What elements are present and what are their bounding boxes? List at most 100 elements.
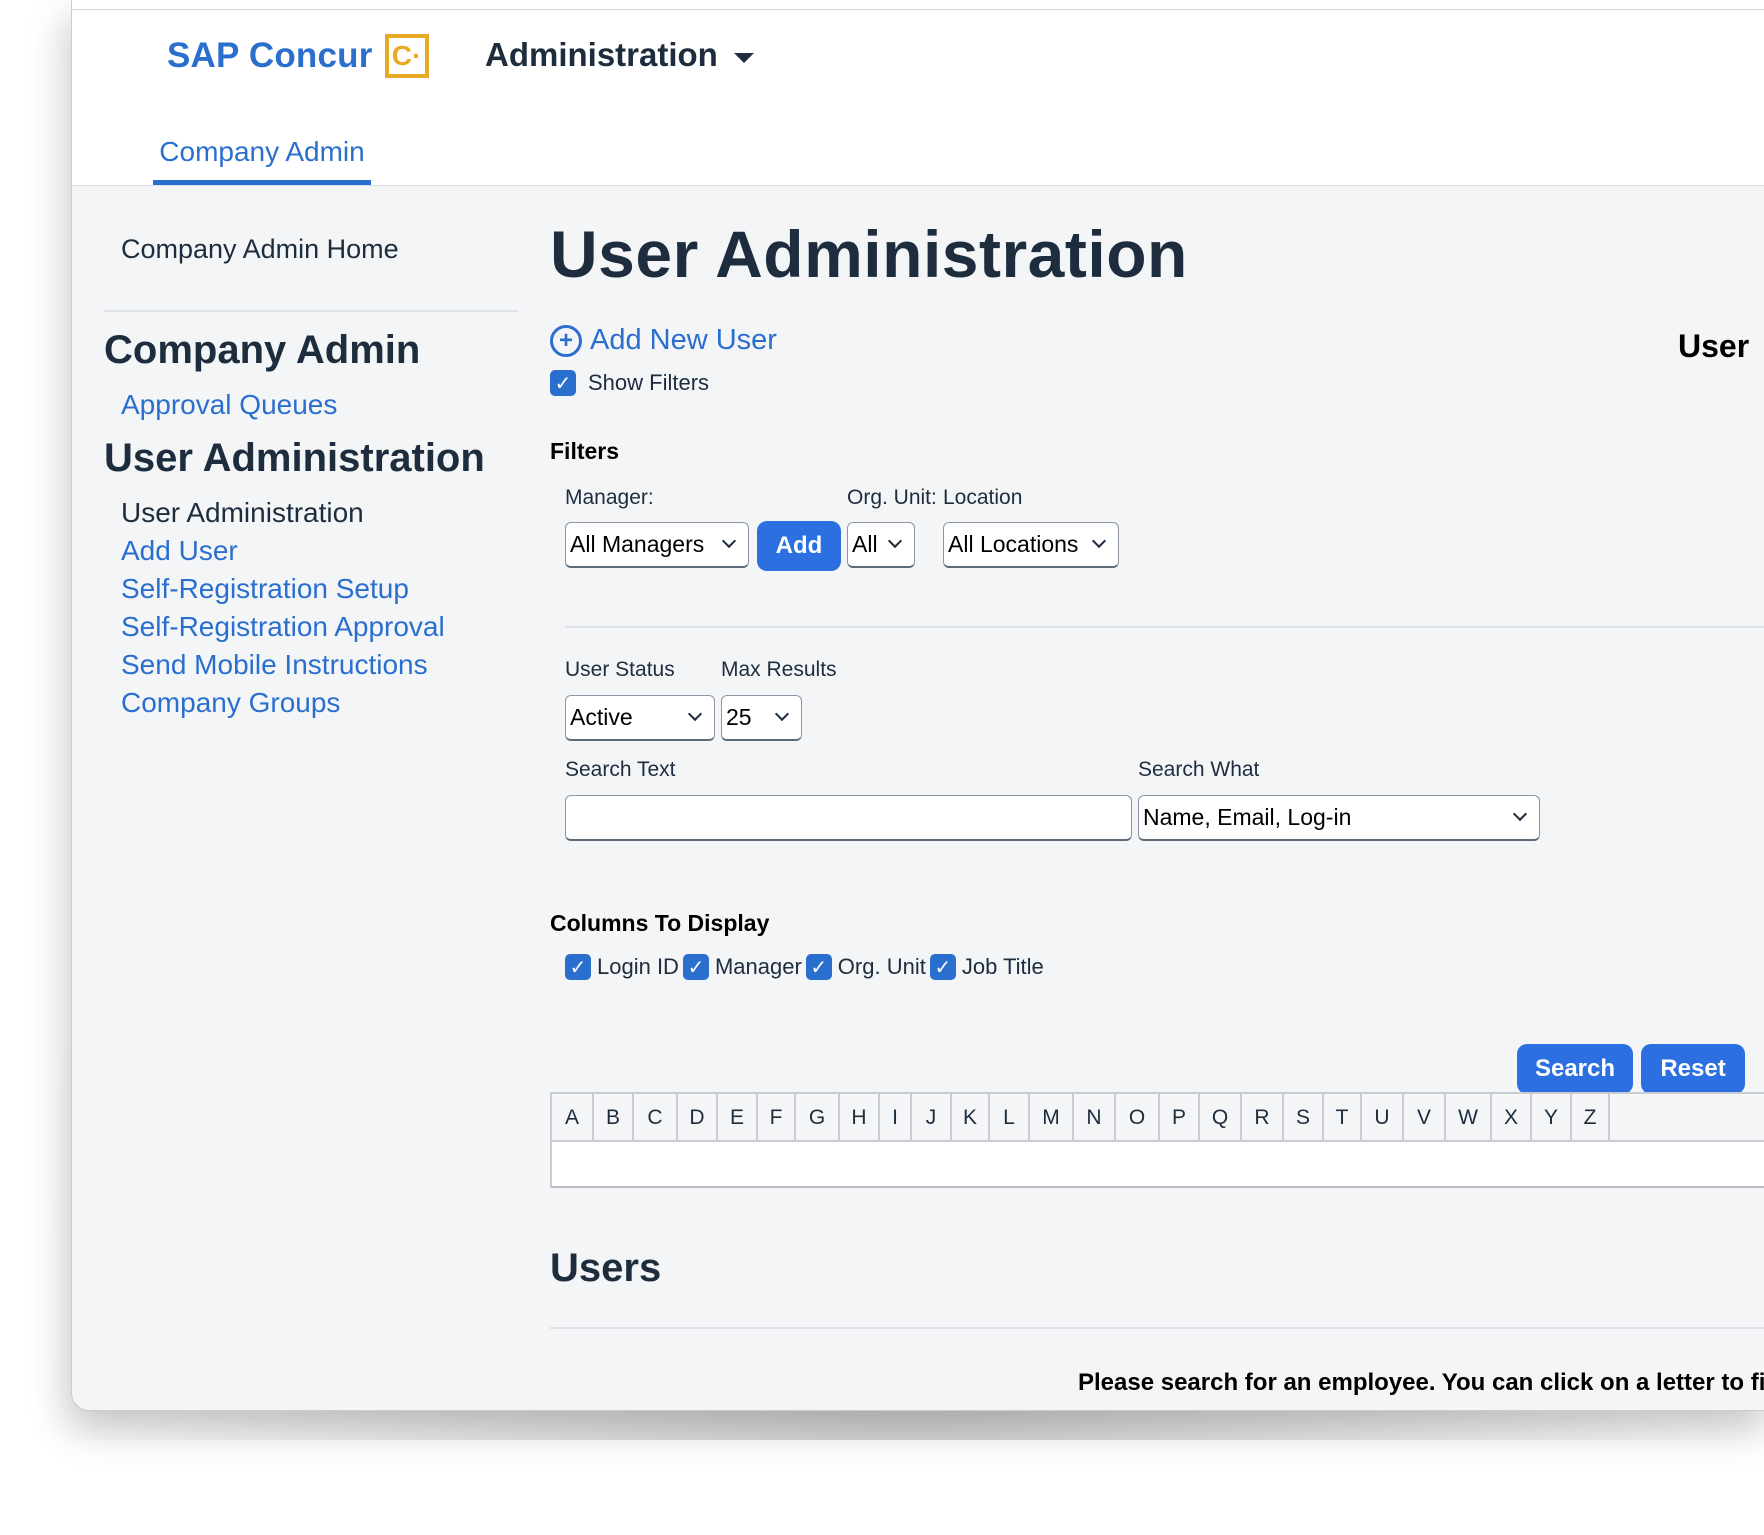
plus-circle-icon: + [550, 324, 582, 357]
search-text-input[interactable] [565, 795, 1132, 841]
chevron-down-icon [774, 706, 790, 722]
chevron-down-icon [1512, 806, 1528, 822]
manager-select[interactable]: All Managers [565, 522, 749, 568]
manager-select-value: All Managers [570, 531, 705, 557]
letter-c[interactable]: C [634, 1094, 678, 1142]
app-window: SAP Concur C· Administration Company Adm… [71, 0, 1764, 1411]
alphabet-filter: ABCDEFGHIJKLMNOPQRSTUVWXYZ [550, 1092, 1764, 1188]
sidebar-item-company-groups[interactable]: Company Groups [121, 687, 340, 719]
users-divider [550, 1327, 1764, 1329]
checkbox-job-title[interactable]: ✓ [929, 954, 956, 980]
add-new-user-link[interactable]: + Add New User [550, 324, 777, 357]
user-status-label: User Status [565, 658, 675, 681]
administration-menu-label: Administration [485, 36, 718, 73]
checkbox-login-id[interactable]: ✓ [565, 954, 591, 980]
checkbox-org-unit[interactable]: ✓ [805, 954, 832, 980]
concur-logo-icon: C· [384, 34, 429, 78]
administration-menu[interactable]: Administration [485, 36, 754, 74]
right-panel-title: User [1678, 328, 1750, 364]
manager-label: Manager: [565, 486, 654, 509]
letter-f[interactable]: F [758, 1094, 796, 1142]
page-title: User Administration [550, 217, 1188, 291]
alphabet-row-filler [1610, 1094, 1764, 1140]
checkbox-manager[interactable]: ✓ [682, 954, 709, 980]
show-filters-label: Show Filters [588, 370, 710, 395]
max-results-select-value: 25 [726, 704, 752, 730]
filters-heading: Filters [550, 438, 620, 464]
letter-x[interactable]: X [1492, 1094, 1532, 1142]
columns-checkboxes: ✓ Login ID ✓ Manager ✓ Org. Unit ✓ Job T… [565, 954, 1048, 980]
sidebar-item-approval-queues[interactable]: Approval Queues [121, 389, 337, 421]
org-unit-label: Org. Unit: [847, 486, 937, 509]
column-label-job-title: Job Title [961, 954, 1044, 979]
sidebar-item-send-mobile-instructions[interactable]: Send Mobile Instructions [121, 649, 428, 681]
search-button[interactable]: Search [1517, 1044, 1633, 1094]
letter-q[interactable]: Q [1200, 1094, 1242, 1142]
letter-l[interactable]: L [990, 1094, 1030, 1142]
add-new-user-label: Add New User [590, 324, 777, 356]
sidebar-heading-company-admin: Company Admin [104, 328, 421, 372]
org-unit-select-value: All [852, 531, 878, 557]
location-label: Location [943, 486, 1023, 509]
letter-p[interactable]: P [1160, 1094, 1200, 1142]
reset-button[interactable]: Reset [1641, 1044, 1745, 1094]
column-label-manager: Manager [714, 954, 802, 979]
sidebar-item-user-administration[interactable]: User Administration [121, 497, 364, 529]
letter-k[interactable]: K [952, 1094, 990, 1142]
letter-t[interactable]: T [1324, 1094, 1362, 1142]
letter-n[interactable]: N [1074, 1094, 1116, 1142]
show-filters-checkbox[interactable]: ✓ Show Filters [550, 370, 709, 396]
letter-r[interactable]: R [1242, 1094, 1284, 1142]
letter-e[interactable]: E [718, 1094, 758, 1142]
location-select[interactable]: All Locations [943, 522, 1119, 568]
search-what-select-value: Name, Email, Log-in [1143, 804, 1352, 830]
letter-y[interactable]: Y [1532, 1094, 1572, 1142]
sidebar-item-company-admin-home[interactable]: Company Admin Home [121, 234, 399, 265]
location-select-value: All Locations [948, 531, 1079, 557]
column-label-login-id: Login ID [597, 954, 679, 979]
search-what-label: Search What [1138, 758, 1260, 781]
search-text-label: Search Text [565, 758, 676, 781]
letter-h[interactable]: H [840, 1094, 880, 1142]
header: SAP Concur C· Administration Company Adm… [72, 10, 1764, 186]
letter-o[interactable]: O [1116, 1094, 1160, 1142]
letter-w[interactable]: W [1446, 1094, 1492, 1142]
letter-d[interactable]: D [678, 1094, 718, 1142]
search-what-select[interactable]: Name, Email, Log-in [1138, 795, 1540, 841]
sap-concur-logo[interactable]: SAP Concur C· [167, 34, 429, 78]
letter-s[interactable]: S [1284, 1094, 1324, 1142]
chevron-down-icon [887, 533, 903, 549]
letter-m[interactable]: M [1030, 1094, 1074, 1142]
caret-down-icon [733, 53, 754, 63]
letter-z[interactable]: Z [1572, 1094, 1610, 1142]
filters-divider [565, 626, 1764, 628]
sidebar-item-self-registration-setup[interactable]: Self-Registration Setup [121, 573, 409, 605]
sidebar-heading-user-administration: User Administration [104, 436, 485, 480]
sidebar-divider [104, 310, 518, 312]
add-manager-button[interactable]: Add [757, 521, 841, 571]
checkmark-icon: ✓ [550, 370, 576, 396]
sidebar-item-self-registration-approval[interactable]: Self-Registration Approval [121, 611, 445, 643]
alphabet-row: ABCDEFGHIJKLMNOPQRSTUVWXYZ [552, 1094, 1764, 1142]
sidebar-item-add-user[interactable]: Add User [121, 535, 238, 567]
logo-text: SAP Concur [167, 36, 373, 75]
letter-a[interactable]: A [552, 1094, 594, 1142]
columns-to-display-heading: Columns To Display [550, 910, 770, 936]
user-status-select-value: Active [570, 704, 633, 730]
chevron-down-icon [1091, 533, 1107, 549]
letter-i[interactable]: I [880, 1094, 912, 1142]
user-status-select[interactable]: Active [565, 695, 715, 741]
letter-g[interactable]: G [796, 1094, 840, 1142]
max-results-label: Max Results [721, 658, 837, 681]
letter-v[interactable]: V [1404, 1094, 1446, 1142]
letter-j[interactable]: J [912, 1094, 952, 1142]
top-border [72, 0, 1764, 10]
letter-b[interactable]: B [594, 1094, 634, 1142]
chevron-down-icon [687, 706, 703, 722]
search-hint-message: Please search for an employee. You can c… [1078, 1369, 1764, 1396]
tab-company-admin[interactable]: Company Admin [153, 122, 371, 185]
org-unit-select[interactable]: All [847, 522, 915, 568]
column-label-org-unit: Org. Unit [837, 954, 926, 979]
max-results-select[interactable]: 25 [721, 695, 802, 741]
letter-u[interactable]: U [1362, 1094, 1404, 1142]
